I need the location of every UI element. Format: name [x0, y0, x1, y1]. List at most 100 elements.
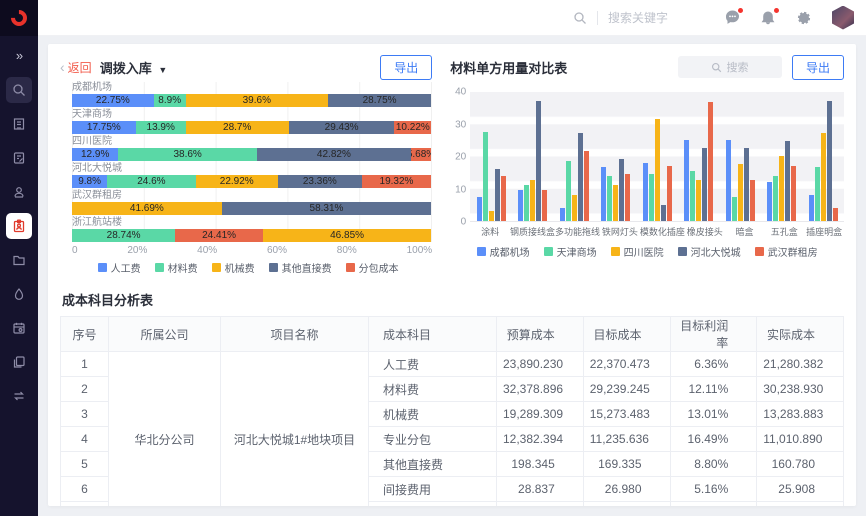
stacked-category-label: 四川医院: [72, 136, 431, 148]
sidebar-item-search[interactable]: [6, 77, 32, 103]
bar: [607, 176, 612, 222]
cell-target: 29,239.245: [583, 377, 670, 402]
sidebar-item-copy[interactable]: [6, 349, 32, 375]
sidebar-item-approvals[interactable]: [6, 179, 32, 205]
sidebar-item-files[interactable]: [6, 247, 32, 273]
stacked-category-row: 天津商场17.75%13.9%28.7%29.43%10.22%: [72, 109, 431, 134]
bar-group: [512, 92, 554, 221]
bar: [643, 163, 648, 222]
notifications-button[interactable]: [759, 9, 777, 27]
cell-margin: 12.11%: [670, 377, 757, 402]
legend-item[interactable]: 分包成本: [346, 260, 399, 275]
cell-margin: 5.16%: [670, 477, 757, 502]
stacked-legend: 人工费材料费机械费其他直接费 分包成本: [64, 260, 432, 275]
cell-project: 河北大悦城1#地块项目: [221, 352, 369, 507]
legend-swatch: [212, 263, 221, 272]
bar: [560, 208, 565, 221]
sidebar-item-schedule[interactable]: [6, 315, 32, 341]
export-button-left[interactable]: 导出: [380, 55, 432, 80]
legend-item[interactable]: 人工费: [98, 260, 141, 275]
user-avatar[interactable]: [832, 6, 854, 30]
legend-item[interactable]: 天津商场: [544, 244, 597, 259]
bar: [684, 140, 689, 221]
stacked-bar-segment: 23.36%: [278, 175, 362, 188]
legend-item[interactable]: 其他直接费: [269, 260, 332, 275]
right-panel-title: 材料单方用量对比表: [450, 58, 567, 77]
sidebar-item-materials-active[interactable]: [6, 213, 32, 239]
cell-budget: 19,289.309: [497, 402, 584, 427]
export-button-right[interactable]: 导出: [792, 55, 844, 80]
legend-item[interactable]: 河北大悦城: [678, 244, 741, 259]
table-header-cell: 序号: [61, 317, 109, 352]
bar-group: [761, 92, 803, 221]
sidebar-item-resources[interactable]: [6, 281, 32, 307]
table-header-cell: 目标利润率: [670, 317, 757, 352]
transfer-inbound-panel: ‹ 返回 调拨入库 ▼ 导出 成都机场22.75%8.9%39.6%28.7: [60, 52, 440, 280]
page-title: 调拨入库: [100, 61, 152, 76]
sidebar-item-company[interactable]: [6, 111, 32, 137]
grouped-x-labels: 涂料钢质接线盒多功能拖线铁网灯头模数化插座橡皮接头暗盒五孔盒插座明盒: [470, 222, 844, 238]
legend-item[interactable]: 成都机场: [477, 244, 530, 259]
grouped-plot: [470, 92, 844, 222]
legend-label: 分包成本: [359, 260, 399, 275]
legend-item[interactable]: 材料费: [155, 260, 198, 275]
stacked-bar: 41.69%58.31%: [72, 202, 431, 215]
cell-target: 11,235.636: [583, 427, 670, 452]
messages-button[interactable]: [723, 9, 741, 27]
stacked-bar-segment: 24.6%: [107, 175, 195, 188]
sidebar-item-transfer[interactable]: [6, 383, 32, 409]
bar: [655, 119, 660, 221]
content: ‹ 返回 调拨入库 ▼ 导出 成都机场22.75%8.9%39.6%28.7: [38, 36, 866, 516]
copy-icon: [12, 355, 26, 369]
stacked-bar-segment: 28.75%: [328, 94, 431, 107]
cell-subject: 机械费: [369, 402, 497, 427]
panel-search-input[interactable]: 搜索: [678, 56, 782, 78]
settings-button[interactable]: [795, 9, 813, 27]
stacked-bar-segment: 12.9%: [72, 148, 118, 161]
stacked-category-label: 武汉群租房: [72, 190, 431, 202]
legend-label: 成都机场: [490, 244, 530, 259]
bar: [750, 180, 755, 221]
global-search[interactable]: 搜索关键字: [573, 9, 668, 26]
bar: [536, 101, 541, 221]
back-button[interactable]: ‹ 返回: [60, 59, 92, 76]
grouped-category-label: 涂料: [470, 225, 510, 238]
stacked-bar-segment: 28.7%: [186, 121, 289, 134]
legend-label: 四川医院: [624, 244, 664, 259]
stacked-bar-segment: 8.9%: [154, 94, 186, 107]
legend-label: 人工费: [111, 260, 141, 275]
page-title-dropdown[interactable]: 调拨入库 ▼: [100, 58, 168, 77]
bar: [584, 151, 589, 221]
logo-icon: [8, 7, 31, 30]
legend-item[interactable]: 武汉群租房: [755, 244, 818, 259]
grouped-category-label: 橡皮接头: [685, 225, 725, 238]
x-axis-tick: 60%: [267, 245, 287, 256]
bar-group: [553, 92, 595, 221]
cell-subject: 专业分包: [369, 427, 497, 452]
sidebar-expand-icon[interactable]: »: [16, 48, 22, 63]
stacked-bar-segment: 58.31%: [222, 202, 431, 215]
charts-row: ‹ 返回 调拨入库 ▼ 导出 成都机场22.75%8.9%39.6%28.7: [60, 52, 844, 280]
cell-target: 22,370.473: [583, 352, 670, 377]
sidebar-item-contracts[interactable]: [6, 145, 32, 171]
bar: [530, 180, 535, 221]
cell-row-number: 3: [61, 402, 109, 427]
stacked-plot: 成都机场22.75%8.9%39.6%28.75%天津商场17.75%13.9%…: [72, 82, 432, 242]
bar: [667, 166, 672, 221]
stacked-category-row: 武汉群租房41.69%58.31%: [72, 190, 431, 215]
search-icon: [12, 83, 26, 97]
cell-margin: 13.01%: [670, 402, 757, 427]
cost-table-title: 成本科目分析表: [60, 282, 844, 316]
stacked-bar: 12.9%38.6%42.82%5.68%: [72, 148, 431, 161]
legend-item[interactable]: 机械费: [212, 260, 255, 275]
legend-swatch: [544, 247, 553, 256]
bar: [767, 182, 772, 221]
cost-table: 序号所属公司项目名称成本科目预算成本目标成本目标利润率实际成本 1华北分公司河北…: [60, 316, 844, 506]
cell-row-number: 4: [61, 427, 109, 452]
stacked-bar: 22.75%8.9%39.6%28.75%: [72, 94, 431, 107]
stacked-bar: 17.75%13.9%28.7%29.43%10.22%: [72, 121, 431, 134]
y-axis-tick: 10: [455, 184, 466, 195]
cell-actual: 30,238.930: [757, 377, 844, 402]
legend-item[interactable]: 四川医院: [611, 244, 664, 259]
bar: [661, 205, 666, 221]
